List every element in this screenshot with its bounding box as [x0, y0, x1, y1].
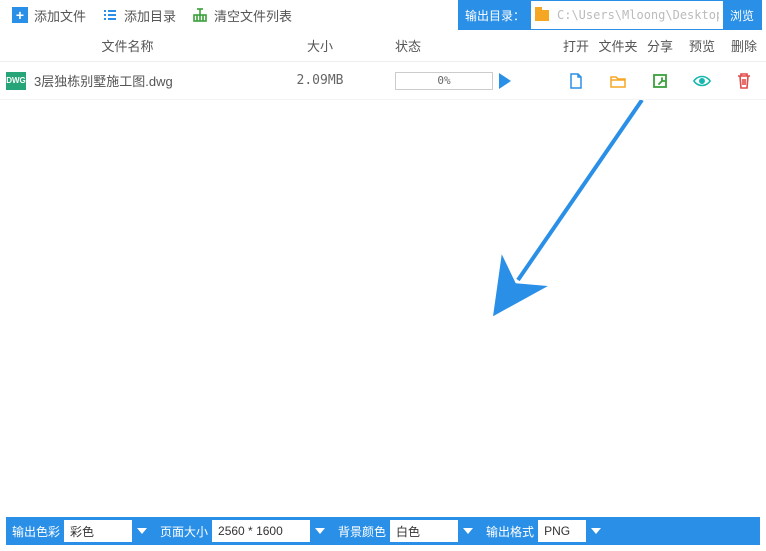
browse-button[interactable]: 浏览: [723, 1, 761, 29]
output-color-value: 彩色: [70, 523, 94, 540]
output-format-label: 输出格式: [486, 523, 534, 540]
main-area: [0, 100, 766, 515]
chevron-down-icon: [586, 520, 606, 542]
header-delete: 删除: [723, 36, 765, 55]
page-size-group: 页面大小 2560 * 1600: [160, 520, 330, 542]
output-dir-group: 输出目录： 浏览: [458, 0, 762, 30]
page-size-value: 2560 * 1600: [218, 524, 283, 538]
dwg-icon: DWG: [6, 72, 26, 90]
page-size-select[interactable]: 2560 * 1600: [212, 520, 330, 542]
annotation-arrow: [0, 100, 766, 515]
page-size-label: 页面大小: [160, 523, 208, 540]
bg-color-group: 背景颜色 白色: [338, 520, 478, 542]
header-status: 状态: [385, 36, 555, 55]
chevron-down-icon: [132, 520, 152, 542]
header-name: 文件名称: [0, 36, 255, 55]
add-file-label: 添加文件: [34, 6, 86, 25]
file-name: 3层独栋别墅施工图.dwg: [34, 71, 173, 90]
open-file-icon[interactable]: [567, 72, 585, 90]
header-preview: 预览: [681, 36, 723, 55]
header-open: 打开: [555, 36, 597, 55]
header-size: 大小: [255, 36, 385, 55]
chevron-down-icon: [310, 520, 330, 542]
output-color-group: 输出色彩 彩色: [12, 520, 152, 542]
clear-list-button[interactable]: 清空文件列表: [184, 0, 300, 30]
start-button[interactable]: [499, 73, 511, 89]
add-dir-button[interactable]: 添加目录: [94, 0, 184, 30]
progress-bar: 0%: [395, 72, 493, 90]
list-icon: [102, 7, 118, 23]
share-icon[interactable]: [651, 72, 669, 90]
column-headers: 文件名称 大小 状态 打开 文件夹 分享 预览 删除: [0, 30, 766, 62]
bg-color-select[interactable]: 白色: [390, 520, 478, 542]
add-file-button[interactable]: + 添加文件: [4, 0, 94, 30]
delete-icon[interactable]: [735, 72, 753, 90]
plus-icon: +: [12, 7, 28, 23]
output-dir-label: 输出目录：: [459, 1, 531, 29]
broom-icon: [192, 7, 208, 23]
header-folder: 文件夹: [597, 36, 639, 55]
header-share: 分享: [639, 36, 681, 55]
bottom-options: 输出色彩 彩色 页面大小 2560 * 1600 背景颜色 白色 输出格式 PN…: [6, 517, 760, 545]
file-status: 0%: [385, 72, 555, 90]
bg-color-value: 白色: [396, 523, 420, 540]
chevron-down-icon: [458, 520, 478, 542]
file-name-cell: DWG 3层独栋别墅施工图.dwg: [0, 71, 255, 90]
table-row: DWG 3层独栋别墅施工图.dwg 2.09MB 0%: [0, 62, 766, 100]
preview-icon[interactable]: [693, 72, 711, 90]
output-dir-input[interactable]: [553, 1, 723, 29]
bg-color-label: 背景颜色: [338, 523, 386, 540]
add-dir-label: 添加目录: [124, 6, 176, 25]
output-format-value: PNG: [544, 524, 570, 538]
output-color-select[interactable]: 彩色: [64, 520, 152, 542]
top-toolbar: + 添加文件 添加目录 清空文件列表 输出目录： 浏览: [0, 0, 766, 30]
open-folder-icon[interactable]: [609, 72, 627, 90]
folder-icon: [531, 1, 553, 29]
output-format-group: 输出格式 PNG: [486, 520, 606, 542]
output-color-label: 输出色彩: [12, 523, 60, 540]
file-size: 2.09MB: [255, 73, 385, 88]
output-format-select[interactable]: PNG: [538, 520, 606, 542]
clear-list-label: 清空文件列表: [214, 6, 292, 25]
